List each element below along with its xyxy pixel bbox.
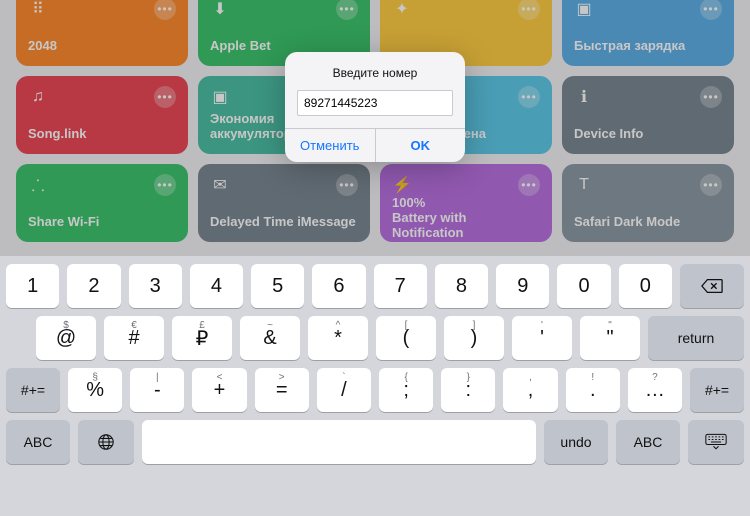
key-5[interactable]: 5 — [251, 264, 304, 308]
symbols-key-right[interactable]: #+= — [690, 368, 744, 412]
key-3[interactable]: 3 — [129, 264, 182, 308]
dismiss-keyboard-key[interactable] — [688, 420, 744, 464]
input-dialog: Введите номер Отменить OK — [285, 52, 465, 162]
dialog-title: Введите номер — [285, 52, 465, 90]
phone-input[interactable] — [297, 90, 453, 116]
key-0[interactable]: 0 — [557, 264, 610, 308]
key-colon[interactable]: }: — [441, 368, 495, 412]
keyboard-row-3: #+= §% |- <+ >= `/ {; }: ,, !. ?… #+= — [6, 368, 744, 412]
key-rparen[interactable]: ]) — [444, 316, 504, 360]
symbols-key-left[interactable]: #+= — [6, 368, 60, 412]
cancel-button[interactable]: Отменить — [285, 129, 375, 162]
backspace-icon — [701, 277, 723, 295]
key-percent[interactable]: §% — [68, 368, 122, 412]
abc-key-right[interactable]: ABC — [616, 420, 680, 464]
key-2[interactable]: 2 — [67, 264, 120, 308]
virtual-keyboard: 1 2 3 4 5 6 7 8 9 0 0 $@ €# £₽ ~& ^* [( … — [0, 256, 750, 516]
keyboard-icon — [705, 433, 727, 451]
key-apos[interactable]: '' — [512, 316, 572, 360]
key-semi[interactable]: {; — [379, 368, 433, 412]
key-ruble[interactable]: £₽ — [172, 316, 232, 360]
space-key[interactable] — [142, 420, 536, 464]
key-minus[interactable]: |- — [130, 368, 184, 412]
globe-key[interactable] — [78, 420, 134, 464]
key-1[interactable]: 1 — [6, 264, 59, 308]
key-0b[interactable]: 0 — [619, 264, 672, 308]
key-6[interactable]: 6 — [312, 264, 365, 308]
return-key[interactable]: return — [648, 316, 744, 360]
undo-key[interactable]: undo — [544, 420, 608, 464]
key-star[interactable]: ^* — [308, 316, 368, 360]
key-9[interactable]: 9 — [496, 264, 549, 308]
abc-key-left[interactable]: ABC — [6, 420, 70, 464]
ok-button[interactable]: OK — [375, 129, 466, 162]
key-ellipsis[interactable]: ?… — [628, 368, 682, 412]
key-at[interactable]: $@ — [36, 316, 96, 360]
globe-icon — [95, 433, 117, 451]
key-hash[interactable]: €# — [104, 316, 164, 360]
keyboard-row-1: 1 2 3 4 5 6 7 8 9 0 0 — [6, 264, 744, 308]
key-4[interactable]: 4 — [190, 264, 243, 308]
keyboard-row-2: $@ €# £₽ ~& ^* [( ]) '' "" return — [6, 316, 744, 360]
key-plus[interactable]: <+ — [192, 368, 246, 412]
keyboard-row-4: ABC undo ABC — [6, 420, 744, 464]
key-lparen[interactable]: [( — [376, 316, 436, 360]
key-comma[interactable]: ,, — [503, 368, 557, 412]
backspace-key[interactable] — [680, 264, 744, 308]
key-7[interactable]: 7 — [374, 264, 427, 308]
key-slash[interactable]: `/ — [317, 368, 371, 412]
key-amp[interactable]: ~& — [240, 316, 300, 360]
key-period[interactable]: !. — [566, 368, 620, 412]
key-eq[interactable]: >= — [255, 368, 309, 412]
key-8[interactable]: 8 — [435, 264, 488, 308]
key-quote[interactable]: "" — [580, 316, 640, 360]
